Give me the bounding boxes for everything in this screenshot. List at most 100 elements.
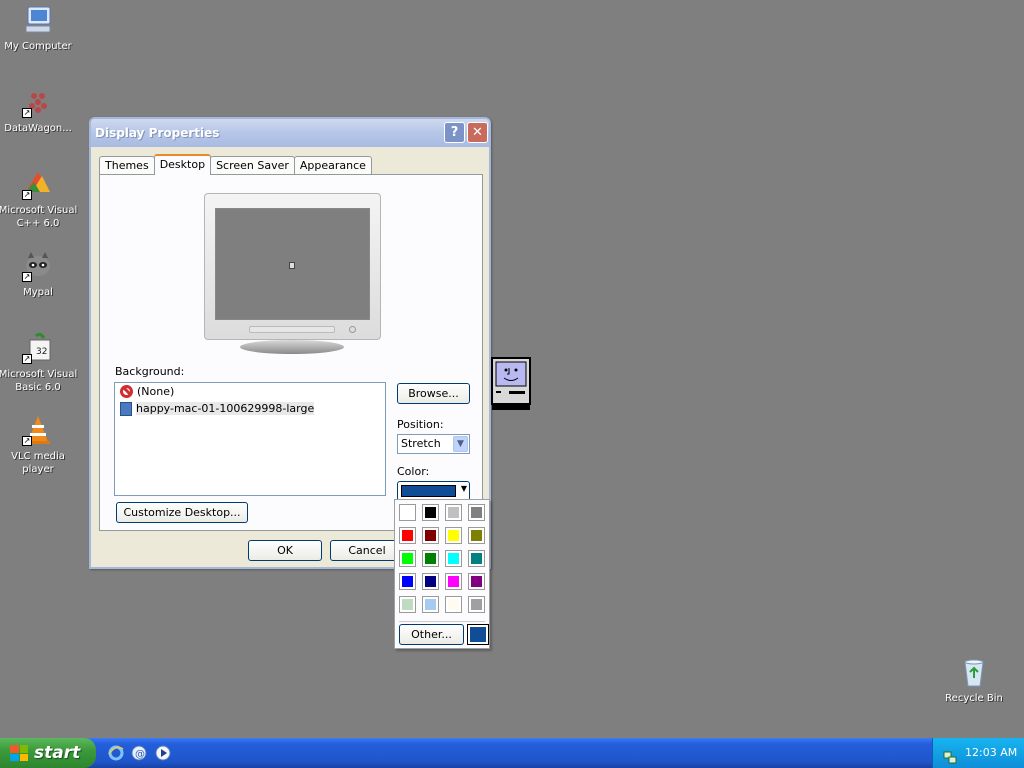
svg-text:32: 32 (36, 347, 47, 357)
color-swatch-fill (402, 507, 413, 518)
tab-appearance[interactable]: Appearance (293, 156, 372, 175)
color-swatch[interactable] (445, 527, 462, 544)
color-swatch-fill (425, 576, 436, 587)
color-swatch[interactable] (445, 550, 462, 567)
color-palette-popup: Other... (394, 499, 490, 649)
color-swatch-fill (402, 553, 413, 564)
list-item-label: (None) (137, 385, 175, 398)
color-label: Color: (397, 465, 430, 478)
color-swatch-fill (425, 507, 436, 518)
monitor-chin (249, 326, 335, 333)
background-label: Background: (115, 365, 185, 378)
taskbar: start @ 12:03 AM (0, 738, 1024, 768)
none-icon (120, 385, 133, 398)
color-swatch[interactable] (422, 573, 439, 590)
cancel-button[interactable]: Cancel (330, 540, 404, 561)
position-select[interactable]: Stretch ▼ (397, 434, 470, 454)
current-color-swatch[interactable] (467, 624, 489, 645)
visual-basic-icon: 32 ↗ (22, 332, 54, 364)
chevron-down-icon[interactable]: ▼ (453, 436, 468, 452)
color-swatch[interactable] (468, 596, 485, 613)
window-title: Display Properties (95, 126, 220, 140)
desktop-icon-my-computer[interactable]: My Computer (0, 4, 78, 53)
desktop-icon-label: Microsoft Visual C++ 6.0 (0, 205, 78, 229)
list-item[interactable]: (None) (115, 383, 385, 400)
color-swatch-fill (425, 599, 436, 610)
customize-desktop-button[interactable]: Customize Desktop... (116, 502, 248, 523)
color-swatch[interactable] (422, 527, 439, 544)
desktop-icon-visual-basic[interactable]: 32 ↗ Microsoft Visual Basic 6.0 (0, 332, 78, 394)
color-swatch-fill (448, 553, 459, 564)
tab-desktop[interactable]: Desktop (153, 154, 212, 175)
datawagon-icon: ↗ (22, 86, 54, 118)
color-swatch[interactable] (422, 550, 439, 567)
windows-logo-icon (10, 745, 28, 761)
color-swatch[interactable] (468, 527, 485, 544)
other-color-button[interactable]: Other... (399, 624, 464, 645)
help-button[interactable]: ? (444, 122, 465, 143)
position-value: Stretch (401, 437, 441, 450)
color-swatch-fill (471, 599, 482, 610)
shortcut-arrow-icon: ↗ (22, 436, 32, 446)
monitor-frame (204, 193, 381, 340)
clock[interactable]: 12:03 AM (965, 738, 1017, 768)
desktop-icon-vlc[interactable]: ↗ VLC media player (0, 414, 78, 476)
color-swatch-fill (448, 599, 459, 610)
browse-button[interactable]: Browse... (397, 383, 470, 404)
color-picker-button[interactable]: ▼ (397, 481, 470, 501)
monitor-stand (240, 340, 344, 354)
ok-button[interactable]: OK (248, 540, 322, 561)
preview-wallpaper-thumb (289, 262, 295, 269)
color-swatch[interactable] (445, 504, 462, 521)
color-swatch-fill (471, 553, 482, 564)
list-item[interactable]: happy-mac-01-100629998-large (115, 400, 385, 417)
color-swatch-fill (425, 553, 436, 564)
color-swatch[interactable] (468, 573, 485, 590)
desktop-icon-label: Microsoft Visual Basic 6.0 (0, 369, 78, 393)
color-swatch[interactable] (422, 504, 439, 521)
outlook-express-icon[interactable]: @ (131, 745, 147, 761)
vlc-cone-icon: ↗ (22, 414, 54, 446)
color-swatch[interactable] (399, 573, 416, 590)
color-swatch-fill (448, 507, 459, 518)
shortcut-arrow-icon: ↗ (22, 108, 32, 118)
color-swatch-fill (402, 530, 413, 541)
tab-strip: Themes Desktop Screen Saver Appearance (99, 154, 372, 175)
color-swatch[interactable] (399, 504, 416, 521)
network-icon[interactable] (943, 746, 957, 764)
tab-themes[interactable]: Themes (99, 156, 155, 175)
shortcut-arrow-icon: ↗ (22, 272, 32, 282)
desktop-icon-recycle-bin[interactable]: Recycle Bin (934, 656, 1014, 705)
desktop-icon-mypal[interactable]: ↗ Mypal (0, 250, 78, 299)
color-swatch-fill (448, 530, 459, 541)
desktop-icon-visual-cpp[interactable]: ↗ Microsoft Visual C++ 6.0 (0, 168, 78, 230)
color-swatch-fill (448, 576, 459, 587)
color-swatch[interactable] (468, 550, 485, 567)
color-swatch[interactable] (399, 596, 416, 613)
color-swatch-fill (471, 576, 482, 587)
color-swatch-fill (471, 507, 482, 518)
desktop-icon-label: DataWagon... (4, 123, 72, 134)
background-list[interactable]: (None) happy-mac-01-100629998-large (114, 382, 386, 496)
color-swatch[interactable] (399, 550, 416, 567)
desktop-icon-datawagon[interactable]: ↗ DataWagon... (0, 86, 78, 135)
media-player-icon[interactable] (155, 745, 171, 761)
color-swatch[interactable] (468, 504, 485, 521)
tab-screen-saver[interactable]: Screen Saver (210, 156, 295, 175)
system-tray: 12:03 AM (932, 738, 1024, 768)
color-swatch[interactable] (422, 596, 439, 613)
close-button[interactable]: ✕ (467, 122, 488, 143)
color-swatch[interactable] (445, 596, 462, 613)
color-swatch[interactable] (399, 527, 416, 544)
title-bar[interactable]: Display Properties ? ✕ (91, 119, 489, 147)
monitor-preview (204, 193, 381, 341)
image-file-icon (120, 401, 132, 416)
internet-explorer-icon[interactable] (108, 745, 124, 761)
position-label: Position: (397, 418, 444, 431)
shortcut-arrow-icon: ↗ (22, 354, 32, 364)
start-label: start (34, 743, 81, 763)
color-swatch[interactable] (445, 573, 462, 590)
color-swatch-fill (425, 530, 436, 541)
start-button[interactable]: start (0, 738, 96, 768)
visual-cpp-icon: ↗ (22, 168, 54, 200)
